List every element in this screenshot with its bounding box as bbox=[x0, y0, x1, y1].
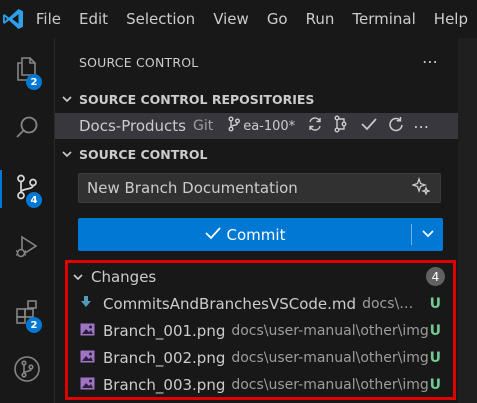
commit-button[interactable]: Commit bbox=[78, 218, 443, 251]
refresh-icon[interactable] bbox=[388, 116, 404, 136]
sparkle-icon[interactable] bbox=[410, 176, 431, 199]
run-debug-button[interactable] bbox=[0, 224, 54, 274]
image-icon bbox=[80, 349, 96, 367]
commit-message-text: New Branch Documentation bbox=[87, 179, 298, 197]
menu-view[interactable]: View bbox=[204, 0, 258, 38]
explorer-button[interactable]: 2 bbox=[0, 46, 54, 96]
commit-message-input[interactable]: New Branch Documentation bbox=[78, 173, 441, 203]
repository-row[interactable]: Docs-Products Git ea-100* ⋯ bbox=[55, 113, 458, 139]
run-debug-icon bbox=[13, 233, 41, 265]
source-control-button[interactable]: 4 bbox=[0, 164, 54, 214]
menu-go[interactable]: Go bbox=[258, 0, 297, 38]
source-control-badge: 4 bbox=[26, 192, 42, 208]
repo-name: Docs-Products bbox=[79, 117, 186, 135]
chevron-down-icon bbox=[68, 271, 88, 283]
changes-group: Changes 4 CommitsAndBranchesVSCode.md do… bbox=[65, 260, 456, 400]
file-status: U bbox=[429, 376, 441, 393]
file-path: docs\user-manual\other\img bbox=[231, 322, 429, 339]
editor-area-edge bbox=[458, 38, 477, 403]
changes-count-badge: 4 bbox=[426, 267, 445, 286]
list-item[interactable]: Branch_003.png docs\user-manual\other\im… bbox=[68, 371, 453, 398]
commit-dropdown-button[interactable] bbox=[412, 226, 443, 244]
sync-icon[interactable] bbox=[307, 116, 323, 136]
changes-header[interactable]: Changes 4 bbox=[68, 263, 453, 290]
file-name: Branch_001.png bbox=[103, 321, 226, 340]
menu-edit[interactable]: Edit bbox=[70, 0, 117, 38]
file-status: U bbox=[429, 295, 441, 312]
file-name: Branch_002.png bbox=[103, 348, 226, 367]
commit-check-icon[interactable] bbox=[360, 116, 378, 136]
menu-run[interactable]: Run bbox=[297, 0, 344, 38]
menu-selection[interactable]: Selection bbox=[117, 0, 204, 38]
git-graph-icon bbox=[12, 354, 42, 388]
repositories-header-label: SOURCE CONTROL REPOSITORIES bbox=[79, 91, 315, 107]
file-path: docs\user... bbox=[362, 295, 422, 312]
check-icon bbox=[204, 225, 222, 245]
menu-help[interactable]: Help bbox=[425, 0, 477, 38]
branch-icon bbox=[227, 116, 241, 136]
changes-label: Changes bbox=[91, 267, 157, 286]
menu-file[interactable]: File bbox=[27, 0, 70, 38]
repo-more-actions-button[interactable]: ⋯ bbox=[413, 117, 430, 136]
source-control-header-label: SOURCE CONTROL bbox=[79, 146, 208, 162]
branch-button[interactable]: ea-100* bbox=[227, 116, 295, 136]
source-control-panel: SOURCE CONTROL ⋯ SOURCE CONTROL REPOSITO… bbox=[55, 38, 458, 403]
chevron-down-icon bbox=[421, 226, 435, 244]
commit-main-action[interactable]: Commit bbox=[78, 225, 411, 245]
image-icon bbox=[80, 376, 96, 394]
file-status: U bbox=[429, 322, 441, 339]
commit-button-label: Commit bbox=[226, 225, 286, 244]
menu-terminal[interactable]: Terminal bbox=[343, 0, 424, 38]
source-control-section-header[interactable]: SOURCE CONTROL bbox=[55, 143, 458, 165]
list-item[interactable]: CommitsAndBranchesVSCode.md docs\user...… bbox=[68, 290, 453, 317]
branch-name: ea-100* bbox=[243, 118, 296, 134]
chevron-down-icon bbox=[55, 93, 79, 105]
search-icon bbox=[13, 114, 41, 146]
git-graph-button[interactable] bbox=[0, 346, 54, 396]
title-bar: File Edit Selection View Go Run Terminal… bbox=[0, 0, 477, 39]
vscode-logo-icon bbox=[0, 7, 27, 31]
file-name: CommitsAndBranchesVSCode.md bbox=[103, 294, 357, 313]
list-item[interactable]: Branch_002.png docs\user-manual\other\im… bbox=[68, 344, 453, 371]
extensions-badge: 2 bbox=[26, 317, 42, 333]
file-path: docs\user-manual\other\img bbox=[231, 349, 429, 366]
file-status: U bbox=[429, 349, 441, 366]
markdown-download-icon bbox=[80, 295, 96, 313]
activity-bar: 2 4 2 bbox=[0, 38, 55, 403]
extensions-button[interactable]: 2 bbox=[0, 289, 54, 339]
image-icon bbox=[80, 322, 96, 340]
list-item[interactable]: Branch_001.png docs\user-manual\other\im… bbox=[68, 317, 453, 344]
repo-type: Git bbox=[192, 118, 214, 134]
panel-more-actions-button[interactable]: ⋯ bbox=[422, 52, 439, 71]
file-path: docs\user-manual\other\img bbox=[231, 376, 429, 393]
panel-title: SOURCE CONTROL bbox=[79, 55, 199, 70]
chevron-down-icon bbox=[55, 148, 79, 160]
repositories-section-header[interactable]: SOURCE CONTROL REPOSITORIES bbox=[55, 88, 458, 110]
search-button[interactable] bbox=[0, 105, 54, 155]
file-name: Branch_003.png bbox=[103, 375, 226, 394]
explorer-badge: 2 bbox=[26, 74, 42, 90]
branch-graph-icon[interactable] bbox=[333, 115, 349, 137]
